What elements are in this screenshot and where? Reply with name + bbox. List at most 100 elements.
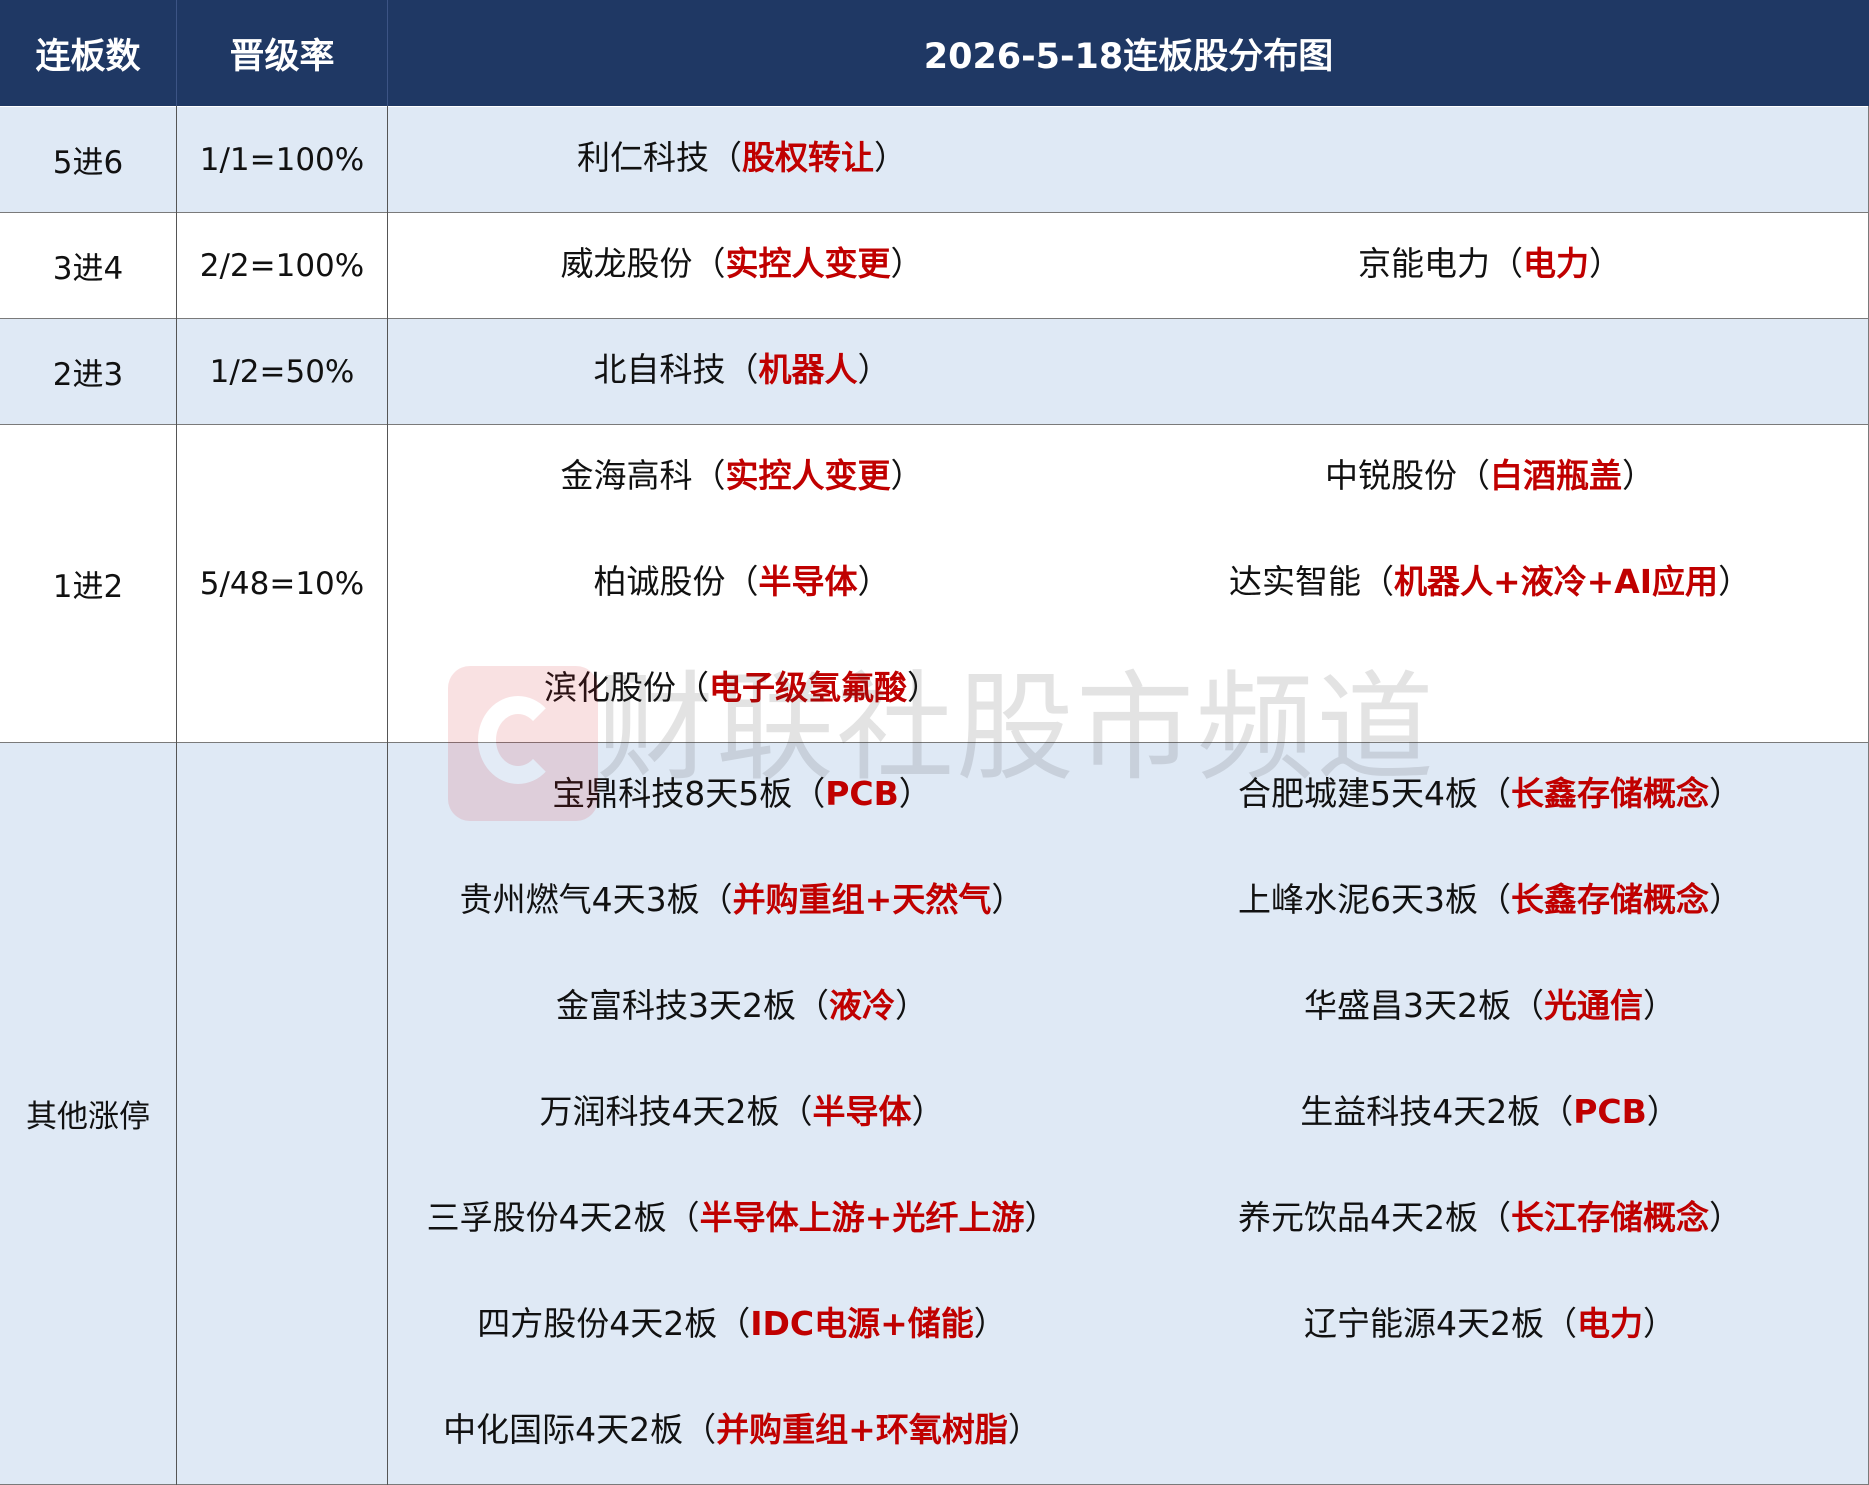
stock-name: 达实智能 xyxy=(1228,562,1361,601)
stock-entry: 京能电力（电力） xyxy=(1358,234,1622,294)
stock-name: 金海高科 xyxy=(560,456,693,495)
concept-tag: 半导体 xyxy=(758,562,858,601)
concept-tag: 股权转让 xyxy=(742,138,874,177)
stock-name: 柏诚股份 xyxy=(593,562,726,601)
close-paren: ） xyxy=(911,1092,945,1131)
stock-name: 威龙股份 xyxy=(560,244,693,283)
promotion-rate-cell: 1/1=100% xyxy=(199,141,365,178)
open-paren: （ xyxy=(1478,1198,1511,1237)
limit-up-distribution-table: 连板数 晋级率 2026-5-18连板股分布图 5进6 1/1=100% 利仁科技（… xyxy=(0,0,1869,1485)
open-paren: （ xyxy=(1360,562,1394,601)
close-paren: ） xyxy=(857,562,891,601)
concept-tag: 长江存储概念 xyxy=(1511,1198,1709,1237)
open-paren: （ xyxy=(1511,986,1544,1025)
stock-name: 万润科技4天2板 xyxy=(539,1092,780,1131)
stock-entry: 柏诚股份（半导体） xyxy=(594,552,891,612)
concept-tag: IDC电源+储能 xyxy=(750,1304,974,1343)
column-divider xyxy=(176,106,177,1485)
close-paren: ） xyxy=(1622,456,1655,495)
concept-tag: 光通信 xyxy=(1544,986,1643,1025)
open-paren: （ xyxy=(725,350,759,389)
column-divider xyxy=(387,106,388,1485)
close-paren: ） xyxy=(1709,1198,1742,1237)
close-paren: ） xyxy=(1643,986,1676,1025)
close-paren: ） xyxy=(1643,1304,1676,1343)
board-count-cell: 2进3 xyxy=(52,357,124,393)
stock-name: 金富科技3天2板 xyxy=(556,986,796,1025)
board-count-cell: 1进2 xyxy=(52,569,124,605)
open-paren: （ xyxy=(699,880,733,919)
stock-name: 养元饮品4天2板 xyxy=(1238,1198,1478,1237)
stock-name: 京能电力 xyxy=(1358,244,1490,283)
close-paren: ） xyxy=(973,1304,1007,1343)
stock-name: 上峰水泥6天3板 xyxy=(1238,880,1478,919)
promotion-rate-cell: 5/48=10% xyxy=(199,565,365,602)
open-paren: （ xyxy=(1478,880,1511,919)
concept-tag: 并购重组+天然气 xyxy=(732,880,992,919)
open-paren: （ xyxy=(1544,1304,1577,1343)
stock-name: 华盛昌3天2板 xyxy=(1304,986,1511,1025)
concept-tag: 电力 xyxy=(1577,1304,1643,1343)
close-paren: ） xyxy=(874,138,907,177)
open-paren: （ xyxy=(717,1304,751,1343)
close-paren: ） xyxy=(890,456,924,495)
stock-name: 中化国际4天2板 xyxy=(443,1410,684,1449)
close-paren: ） xyxy=(1709,774,1742,813)
stock-entry: 中化国际4天2板（并购重组+环氧树脂） xyxy=(443,1400,1041,1460)
concept-tag: 实控人变更 xyxy=(725,456,891,495)
stock-name: 生益科技4天2板 xyxy=(1300,1092,1541,1131)
header-board-count: 连板数 xyxy=(35,36,141,77)
board-count-cell: 其他涨停 xyxy=(26,1099,150,1135)
stock-entry: 北自科技（机器人） xyxy=(594,340,891,400)
header-promotion-rate: 晋级率 xyxy=(229,36,335,77)
promotion-rate-cell: 1/2=50% xyxy=(209,353,355,390)
board-count-cell: 3进4 xyxy=(52,251,124,287)
concept-tag: 白酒瓶盖 xyxy=(1490,456,1622,495)
promotion-rate-cell xyxy=(177,743,387,1484)
close-paren: ） xyxy=(890,244,924,283)
concept-tag: 并购重组+环氧树脂 xyxy=(716,1410,1008,1449)
table-title: 2026-5-18连板股分布图 xyxy=(923,36,1334,77)
concept-tag: 实控人变更 xyxy=(725,244,891,283)
open-paren: （ xyxy=(692,244,726,283)
stock-entry: 辽宁能源4天2板（电力） xyxy=(1304,1294,1676,1354)
open-paren: （ xyxy=(1490,244,1523,283)
stock-name: 四方股份4天2板 xyxy=(477,1304,718,1343)
close-paren: ） xyxy=(895,986,928,1025)
stock-entry: 华盛昌3天2板（光通信） xyxy=(1304,976,1676,1036)
stock-entry: 贵州燃气4天3板（并购重组+天然气） xyxy=(460,870,1025,930)
stock-entry: 中锐股份（白酒瓶盖） xyxy=(1325,446,1655,506)
stock-entry: 金海高科（实控人变更） xyxy=(561,446,924,506)
open-paren: （ xyxy=(683,1410,717,1449)
stock-entry: 达实智能（机器人+液冷+AI应用） xyxy=(1229,552,1751,612)
stock-entry: 三孚股份4天2板（半导体上游+光纤上游） xyxy=(427,1188,1058,1248)
stock-name: 利仁科技 xyxy=(577,138,709,177)
open-paren: （ xyxy=(1457,456,1490,495)
open-paren: （ xyxy=(779,1092,813,1131)
stock-entry: 利仁科技（股权转让） xyxy=(577,128,907,188)
close-paren: ） xyxy=(1709,880,1742,919)
concept-tag: 半导体 xyxy=(812,1092,912,1131)
concept-tag: 液冷 xyxy=(829,986,895,1025)
open-paren: （ xyxy=(1540,1092,1574,1131)
stock-entry: 养元饮品4天2板（长江存储概念） xyxy=(1238,1188,1742,1248)
watermark-text: 财联社股市频道 xyxy=(596,659,1437,797)
close-paren: ） xyxy=(1007,1410,1041,1449)
table-header: 连板数 晋级率 2026-5-18连板股分布图 xyxy=(0,0,1869,106)
stock-name: 中锐股份 xyxy=(1325,456,1457,495)
concept-tag: 长鑫存储概念 xyxy=(1511,774,1709,813)
close-paren: ） xyxy=(1646,1092,1680,1131)
stock-name: 辽宁能源4天2板 xyxy=(1304,1304,1544,1343)
stock-entry: 四方股份4天2板（IDC电源+储能） xyxy=(477,1294,1007,1354)
concept-tag: 电力 xyxy=(1523,244,1589,283)
board-count-cell: 5进6 xyxy=(52,145,124,181)
concept-tag: 长鑫存储概念 xyxy=(1511,880,1709,919)
concept-tag: PCB xyxy=(1573,1092,1647,1131)
table-row: 5进6 1/1=100% xyxy=(0,107,1869,213)
concept-tag: 半导体上游+光纤上游 xyxy=(699,1198,1025,1237)
open-paren: （ xyxy=(1478,774,1511,813)
watermark: 财联社股市频道 xyxy=(448,608,1434,838)
close-paren: ） xyxy=(991,880,1025,919)
close-paren: ） xyxy=(1718,562,1752,601)
close-paren: ） xyxy=(857,350,891,389)
